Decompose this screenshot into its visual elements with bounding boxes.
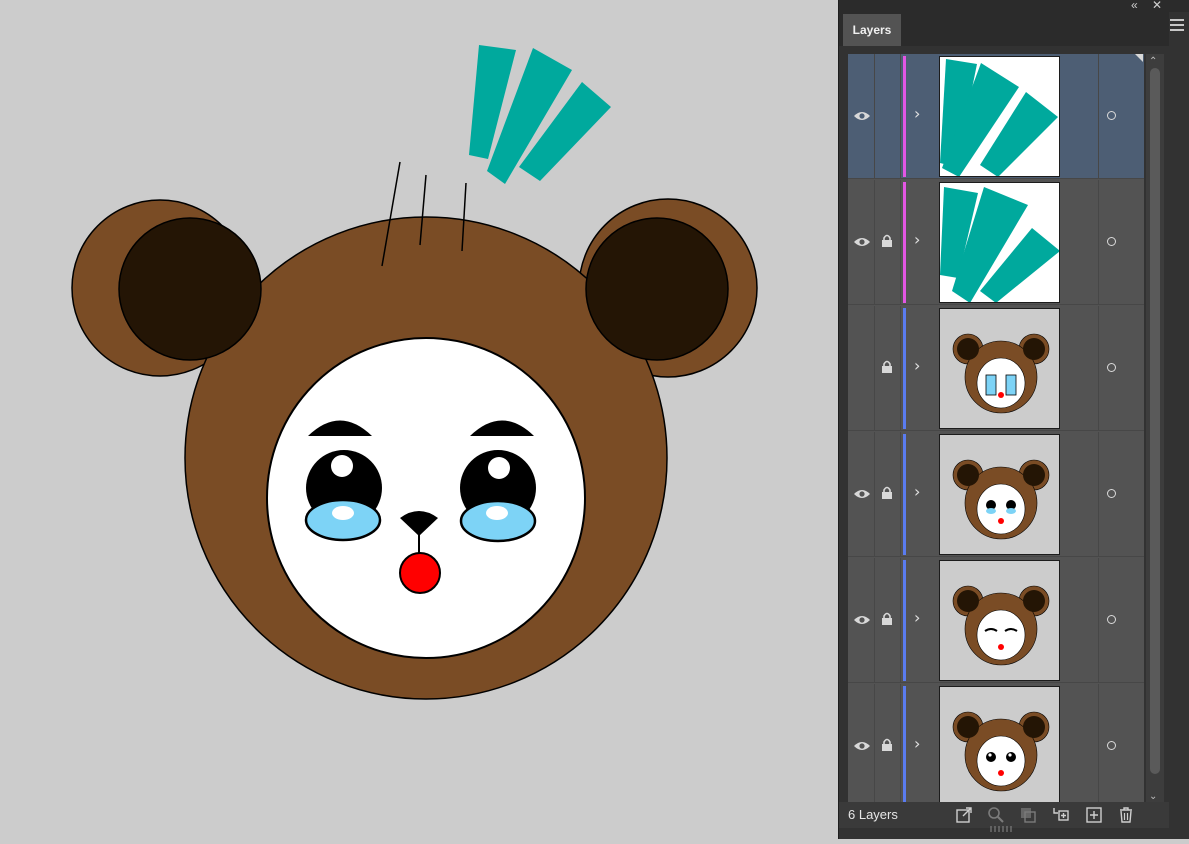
- layer-row[interactable]: ›: [848, 432, 1144, 557]
- layer-row[interactable]: ›: [848, 54, 1144, 179]
- chevron-up-icon[interactable]: ⌃: [1149, 56, 1157, 67]
- target-circle-icon[interactable]: [1107, 741, 1116, 750]
- target-circle-icon[interactable]: [1107, 489, 1116, 498]
- lock-icon[interactable]: [881, 612, 893, 626]
- chevron-right-icon[interactable]: ›: [914, 230, 920, 250]
- bear-illustration[interactable]: [0, 0, 838, 839]
- tab-row: Layers: [839, 12, 1169, 46]
- layer-color-bar: [903, 182, 906, 303]
- layer-thumbnail: [939, 182, 1060, 303]
- lock-icon[interactable]: [881, 360, 893, 374]
- chevron-right-icon[interactable]: ›: [914, 608, 920, 628]
- new-layer-icon[interactable]: [1085, 806, 1103, 824]
- layer-thumbnail: [939, 56, 1060, 177]
- chevron-down-icon[interactable]: ⌄: [1149, 791, 1157, 802]
- lock-icon[interactable]: [881, 234, 893, 248]
- hamburger-menu-icon[interactable]: [1167, 16, 1187, 34]
- layer-color-bar: [903, 308, 906, 429]
- eye-icon[interactable]: [853, 488, 871, 500]
- layer-row[interactable]: ›: [848, 306, 1144, 431]
- panel-footer: 6 Layers: [839, 802, 1169, 828]
- bear-face[interactable]: [266, 337, 586, 659]
- double-chevron-icon[interactable]: «: [1131, 0, 1138, 12]
- target-circle-icon[interactable]: [1107, 615, 1116, 624]
- lock-icon[interactable]: [881, 486, 893, 500]
- chevron-right-icon[interactable]: ›: [914, 356, 920, 376]
- layer-color-bar: [903, 560, 906, 681]
- teal-strokes[interactable]: [469, 45, 611, 184]
- layer-thumbnail: [939, 686, 1060, 802]
- layer-color-bar: [903, 686, 906, 802]
- artboard-canvas[interactable]: [0, 0, 838, 839]
- chevron-right-icon[interactable]: ›: [914, 734, 920, 754]
- scrollbar[interactable]: ⌃ ⌄: [1146, 54, 1164, 802]
- target-circle-icon[interactable]: [1107, 237, 1116, 246]
- layers-panel: « ✕ Layers › › › › › › ⌃ ⌄ 6 Layers: [838, 0, 1189, 839]
- search-icon[interactable]: [987, 806, 1005, 824]
- sublayer-icon[interactable]: [1051, 806, 1069, 824]
- layer-thumbnail: [939, 308, 1060, 429]
- layer-thumbnail: [939, 560, 1060, 681]
- tab-layers[interactable]: Layers: [843, 14, 901, 46]
- export-icon[interactable]: [955, 806, 973, 824]
- close-icon[interactable]: ✕: [1152, 0, 1162, 12]
- eye-icon[interactable]: [853, 614, 871, 626]
- selection-corner-icon: [1135, 54, 1143, 62]
- target-circle-icon[interactable]: [1107, 111, 1116, 120]
- lock-icon[interactable]: [881, 738, 893, 752]
- layer-row[interactable]: ›: [848, 684, 1144, 802]
- layer-row[interactable]: ›: [848, 180, 1144, 305]
- chevron-right-icon[interactable]: ›: [914, 482, 920, 502]
- layers-list: › › › › › ›: [848, 54, 1144, 802]
- trash-icon[interactable]: [1117, 806, 1135, 824]
- layer-color-bar: [903, 434, 906, 555]
- chevron-right-icon[interactable]: ›: [914, 104, 920, 124]
- layer-color-bar: [903, 56, 906, 177]
- eye-icon[interactable]: [853, 236, 871, 248]
- eye-icon[interactable]: [853, 110, 871, 122]
- target-circle-icon[interactable]: [1107, 363, 1116, 372]
- clipping-mask-icon[interactable]: [1019, 806, 1037, 824]
- panel-topbar: « ✕: [839, 0, 1189, 12]
- layer-thumbnail: [939, 434, 1060, 555]
- eye-icon[interactable]: [853, 740, 871, 752]
- scroll-thumb[interactable]: [1150, 68, 1160, 774]
- resize-grip-icon[interactable]: [989, 826, 1015, 832]
- layer-count: 6 Layers: [848, 807, 898, 822]
- layer-row[interactable]: ›: [848, 558, 1144, 683]
